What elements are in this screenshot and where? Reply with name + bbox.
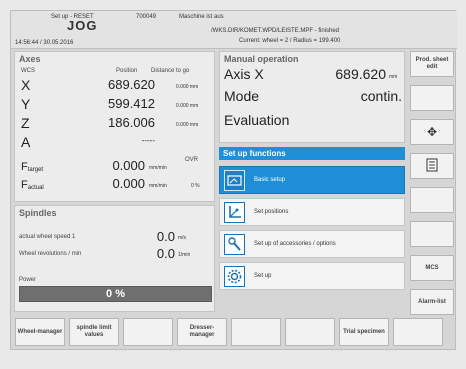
softkey-bottom-5[interactable] <box>231 318 281 346</box>
softkey-bottom-8[interactable] <box>393 318 443 346</box>
axes-panel: Axes WCS Position Distance to go X 689.6… <box>14 51 215 202</box>
axis-position: 186.006 <box>108 115 155 130</box>
softkey-spindle-limit-values[interactable]: spindle limit values <box>69 318 119 346</box>
axes-title: Axes <box>19 54 41 64</box>
manual-title: Manual operation <box>224 54 299 64</box>
spindle-row-unit: m/s <box>178 235 187 241</box>
spindle-row-value: 0.0 <box>156 229 175 244</box>
softkey-trial-specimen[interactable]: Trial specimen <box>339 318 389 346</box>
spindle-row-label: actual wheel speed 1 <box>19 234 76 240</box>
spindle-row-label: Wheel revolutions / min <box>19 251 82 257</box>
softkey-bottom-6[interactable] <box>285 318 335 346</box>
feed-target-unit: mm/min <box>149 165 167 171</box>
alarm-code: 700049 <box>136 14 157 20</box>
operating-mode: JOG <box>67 18 98 33</box>
setup-functions-title: Set up functions <box>219 147 405 160</box>
col-position: Position <box>116 68 138 74</box>
power-value: 0 % <box>106 288 125 300</box>
axis-name: Z <box>21 115 30 131</box>
move-arrows-icon: ✥ <box>426 124 438 139</box>
gear-icon <box>224 266 245 287</box>
axis-name: A <box>21 134 31 150</box>
softkey-move-arrows[interactable]: ✥ <box>410 119 454 145</box>
softkey-right-2[interactable] <box>410 85 454 111</box>
softkey-wheel-manager[interactable]: Wheel-manager <box>15 318 65 346</box>
feed-actual-unit: mm/min <box>149 183 167 189</box>
col-distance-to-go: Distance to go <box>151 68 190 74</box>
current-wheel-info: Current: wheel = 2 / Radius = 199.400 <box>239 38 341 44</box>
datetime: 14:56:44 / 30.05.2016 <box>15 40 74 46</box>
setup-item-label: Set up of accessories / options <box>254 241 336 247</box>
feed-actual-value: 0.000 <box>112 176 145 191</box>
feed-target-value: 0.000 <box>112 158 145 173</box>
spindles-title: Spindles <box>19 208 57 218</box>
setup-item-set-positions[interactable]: Set positions <box>219 198 405 226</box>
override-label: OVR <box>185 157 199 163</box>
header-bar: Set up - RESET JOG 14:56:44 / 30.05.2016… <box>11 11 457 49</box>
alarm-text: Maschine ist aus <box>179 14 224 20</box>
col-wcs: WCS <box>21 68 35 74</box>
power-bar: 0 % <box>19 286 212 302</box>
cnc-screen: Set up - RESET JOG 14:56:44 / 30.05.2016… <box>10 10 457 350</box>
setup-item-label: Set positions <box>254 209 289 215</box>
set-positions-icon <box>224 202 245 223</box>
manual-evaluation-label: Evaluation <box>224 112 290 128</box>
spindles-panel: Spindles actual wheel speed 1 0.0 m/s Wh… <box>14 205 215 312</box>
document-icon <box>426 158 438 175</box>
axis-distance: 0.000 mm <box>176 122 199 128</box>
feed-target-label: Ftarget <box>21 161 44 173</box>
axis-position: 599.412 <box>108 96 155 111</box>
accessories-icon <box>224 234 245 255</box>
manual-mode-value: contin. <box>360 88 402 104</box>
softkey-right-6[interactable] <box>410 221 454 247</box>
softkey-prod-sheet-edit[interactable]: Prod. sheet edit <box>410 51 454 77</box>
manual-axis-unit: mm <box>389 74 398 80</box>
softkey-right-5[interactable] <box>410 187 454 213</box>
power-label: Power <box>19 277 37 283</box>
spindle-row-value: 0.0 <box>156 246 175 261</box>
feed-actual-label: Factual <box>21 179 44 191</box>
manual-operation-panel: Manual operation Axis X 689.620 mm Mode … <box>219 51 405 143</box>
setup-item-set-up[interactable]: Set up <box>219 262 405 290</box>
softkey-mcs[interactable]: MCS <box>410 255 454 281</box>
program-path: /WKS.DIR/KOMET.WPD/LEISTE.MPF - finished <box>211 28 340 34</box>
softkey-dresser-manager[interactable]: Dresser-manager <box>177 318 227 346</box>
axis-distance: 0.000 mm <box>176 84 199 90</box>
setup-item-label: Set up <box>254 273 272 279</box>
axis-name: X <box>21 77 31 93</box>
spindle-row-unit: 1/min <box>178 252 191 258</box>
setup-item-label: Basic setup <box>254 177 286 183</box>
manual-axis-value: 689.620 <box>335 66 386 82</box>
setup-item-basic-setup[interactable]: Basic setup <box>219 166 405 194</box>
axis-distance: 0.000 mm <box>176 103 199 109</box>
setup-item-accessories[interactable]: Set up of accessories / options <box>219 230 405 258</box>
override-value: 0 % <box>191 183 200 189</box>
manual-mode-label: Mode <box>224 88 260 104</box>
basic-setup-icon <box>224 170 245 191</box>
axis-position: ----- <box>141 136 155 145</box>
softkey-alarm-list[interactable]: Alarm-list <box>410 289 454 315</box>
softkey-document[interactable] <box>410 153 454 179</box>
axis-position: 689.620 <box>108 77 155 92</box>
softkey-bottom-3[interactable] <box>123 318 173 346</box>
axis-name: Y <box>21 96 31 112</box>
manual-axis-label: Axis X <box>224 66 264 82</box>
